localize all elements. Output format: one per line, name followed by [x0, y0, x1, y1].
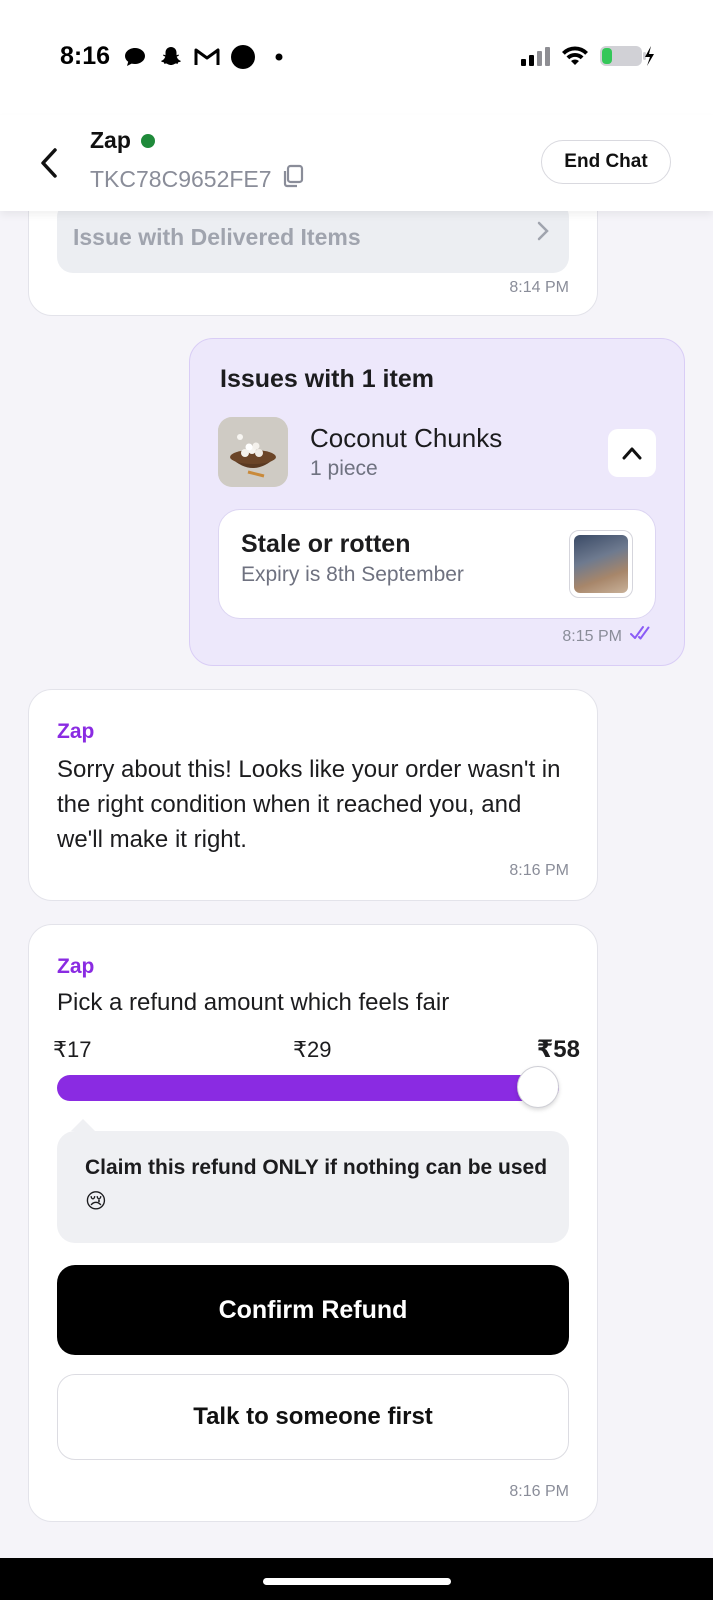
- refund-warning-tooltip: Claim this refund ONLY if nothing can be…: [57, 1119, 569, 1243]
- chevron-up-icon: [622, 447, 642, 460]
- home-indicator[interactable]: [263, 1578, 451, 1585]
- sender-name: Zap: [57, 720, 95, 743]
- message-text: Sorry about this! Looks like your order …: [57, 756, 561, 853]
- refund-prompt: Pick a refund amount which feels fair: [57, 989, 450, 1016]
- amount-option-mid[interactable]: ₹29: [293, 1037, 331, 1063]
- refund-slider-track[interactable]: [57, 1075, 559, 1101]
- issue-detail: Expiry is 8th September: [241, 563, 464, 586]
- talk-to-someone-button[interactable]: Talk to someone first: [57, 1374, 569, 1460]
- end-chat-button[interactable]: End Chat: [541, 140, 671, 184]
- issue-card: Stale or rotten Expiry is 8th September: [218, 509, 656, 619]
- issue-title: Stale or rotten: [241, 530, 411, 558]
- ticket-id: TKC78C9652FE7: [90, 165, 272, 192]
- tooltip-text: Claim this refund ONLY if nothing can be…: [85, 1156, 548, 1213]
- gmail-icon: [194, 44, 220, 70]
- message-time: 8:15 PM: [562, 628, 622, 645]
- chevron-right-icon: [537, 221, 549, 247]
- coconut-chunks-image: [218, 417, 288, 487]
- ticket-row: TKC78C9652FE7: [90, 163, 306, 195]
- read-receipt-icon: [630, 625, 654, 646]
- sender-name: Zap: [57, 955, 95, 978]
- refund-slider-handle[interactable]: [517, 1066, 559, 1108]
- message-time: 8:16 PM: [509, 1483, 569, 1500]
- notification-icons: [122, 44, 292, 70]
- bot-refund-message: Zap Pick a refund amount which feels fai…: [28, 924, 598, 1522]
- message-time: 8:16 PM: [509, 862, 569, 879]
- battery-charging-icon: [599, 44, 655, 73]
- dot-icon: [266, 44, 292, 70]
- message-time: 8:14 PM: [509, 279, 569, 296]
- bot-apology-message: Zap Sorry about this! Looks like your or…: [28, 689, 598, 901]
- chevron-left-icon: [41, 148, 57, 178]
- option-delivered-items-button[interactable]: Issue with Delivered Items: [57, 201, 569, 273]
- amount-option-high[interactable]: ₹58: [537, 1035, 580, 1064]
- signal-icon: [521, 46, 551, 71]
- issues-title: Issues with 1 item: [220, 365, 434, 393]
- collapse-button[interactable]: [608, 429, 656, 477]
- online-status-icon: [140, 133, 155, 148]
- option-label: Issue with Delivered Items: [73, 223, 361, 250]
- agent-name: Zap: [90, 127, 131, 153]
- snapchat-icon: [158, 44, 184, 70]
- confirm-refund-button[interactable]: Confirm Refund: [57, 1265, 569, 1355]
- circle-icon: [230, 44, 256, 70]
- user-issue-message: Issues with 1 item Coconut Chunks 1 piec…: [189, 338, 685, 666]
- back-button[interactable]: [34, 143, 64, 183]
- chat-header: Zap TKC78C9652FE7 End Chat: [0, 115, 713, 211]
- issue-photo-thumbnail[interactable]: [569, 530, 633, 598]
- amount-option-low[interactable]: ₹17: [53, 1037, 91, 1063]
- wifi-icon: [561, 45, 589, 72]
- system-icons: [521, 44, 655, 73]
- item-quantity: 1 piece: [310, 457, 378, 480]
- status-time: 8:16: [60, 42, 111, 70]
- status-bar: 8:16: [0, 0, 713, 115]
- agent-name-row: Zap: [90, 127, 155, 154]
- message-icon: [122, 44, 148, 70]
- item-name: Coconut Chunks: [310, 423, 503, 453]
- copy-icon[interactable]: [280, 163, 306, 195]
